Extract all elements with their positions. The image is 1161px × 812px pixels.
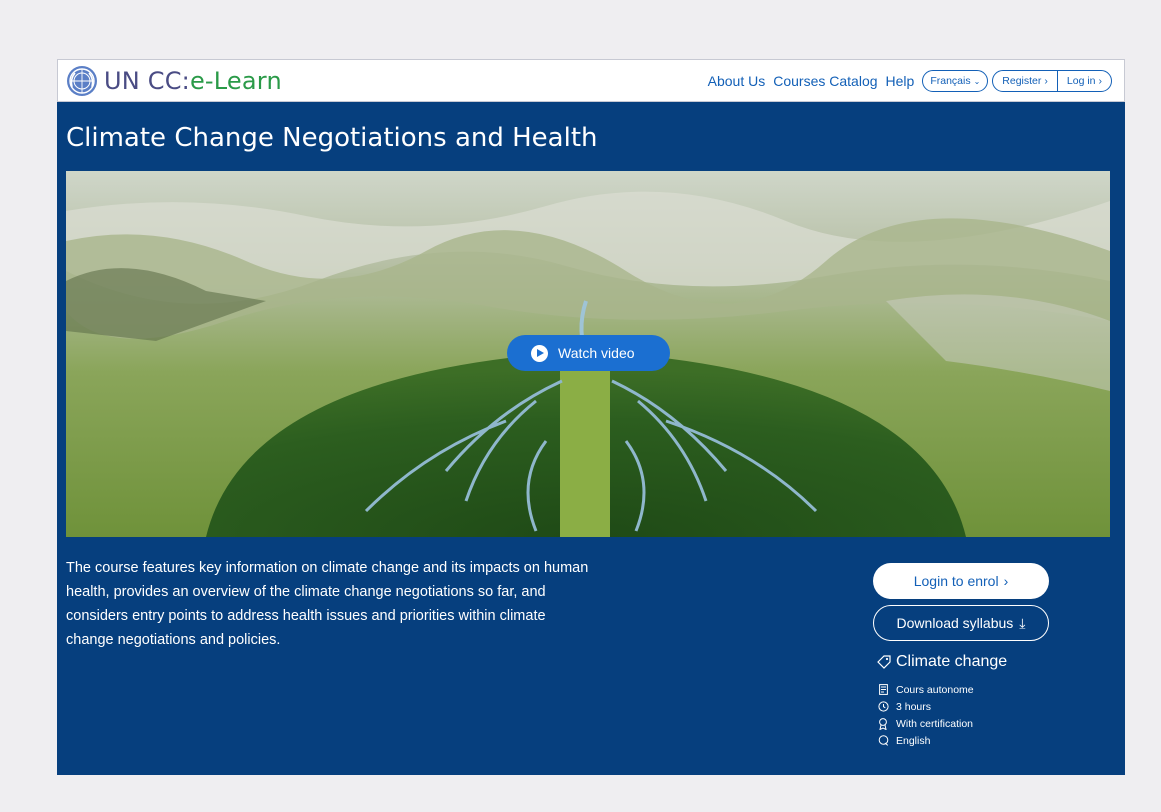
language-selector[interactable]: Français ⌄ [922,70,989,92]
course-meta-list: Cours autonome 3 hours With certificatio… [877,681,1051,749]
main-nav: About Us Courses Catalog Help Français ⌄… [708,69,1112,93]
login-to-enrol-label: Login to enrol [913,573,999,589]
meta-certification-label: With certification [896,717,974,730]
language-label: Français [930,75,971,87]
hero-video-thumbnail[interactable]: Watch video [66,171,1110,537]
tag-icon [877,655,891,669]
meta-duration: 3 hours [877,698,1051,715]
login-to-enrol-button[interactable]: Login to enrol › [873,563,1049,599]
nav-help[interactable]: Help [886,73,915,89]
register-button[interactable]: Register › [993,71,1057,91]
meta-language-label: English [896,734,931,747]
watch-video-button[interactable]: Watch video [507,335,670,371]
login-label: Log in [1066,75,1096,87]
download-icon: ⤓ [1019,614,1026,631]
clock-icon [877,701,889,712]
auth-group: Register › Log in › [992,70,1112,92]
register-label: Register [1002,75,1042,87]
download-syllabus-label: Download syllabus [896,615,1014,631]
meta-type: Cours autonome [877,681,1051,698]
chevron-right-icon: › [1098,75,1103,87]
logo[interactable]: UN CC:e-Learn [66,64,282,98]
nav-courses-catalog[interactable]: Courses Catalog [773,73,877,89]
play-circle-icon [531,344,548,362]
meta-certification: With certification [877,715,1051,732]
document-icon [877,684,889,695]
page-title: Climate Change Negotiations and Health [66,123,598,153]
course-description: The course features key information on c… [66,560,589,648]
logo-text-learn: e-Learn [189,67,282,95]
chevron-down-icon: ⌄ [973,76,981,86]
tag-label: Climate change [896,653,1008,670]
header: UN CC:e-Learn About Us Courses Catalog H… [57,59,1125,102]
topic-tag[interactable]: Climate change [877,653,1051,671]
login-button[interactable]: Log in › [1056,71,1111,91]
course-sidebar: Login to enrol › Download syllabus ⤓ Cli… [873,563,1051,749]
meta-language: English [877,732,1051,749]
meta-duration-label: 3 hours [896,700,932,713]
download-syllabus-button[interactable]: Download syllabus ⤓ [873,605,1049,641]
course-page: UN CC:e-Learn About Us Courses Catalog H… [57,59,1125,775]
award-icon [877,717,889,730]
logo-text-un: UN CC: [104,67,190,95]
speech-bubble-icon [877,735,889,746]
chevron-right-icon: › [1003,573,1009,589]
watch-video-label: Watch video [558,345,635,361]
chevron-right-icon: › [1044,75,1048,87]
nav-about-us[interactable]: About Us [708,73,766,89]
meta-type-label: Cours autonome [896,683,974,696]
un-emblem-icon [66,65,98,97]
